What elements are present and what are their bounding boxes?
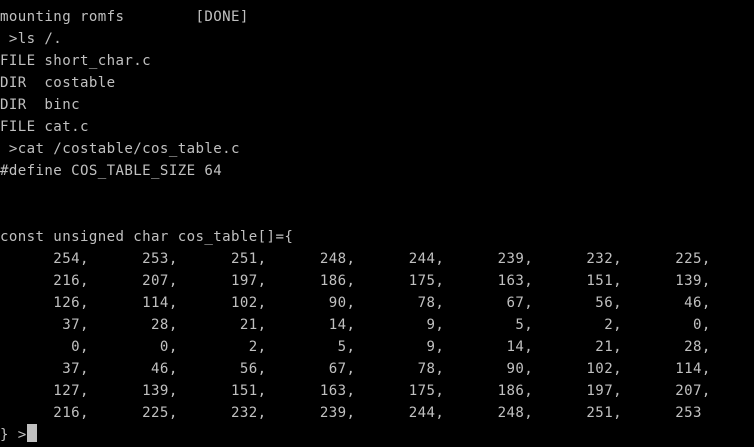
terminal-line: mounting romfs [DONE] [0, 9, 249, 25]
terminal-line: 216, 225, 232, 239, 244, 248, 251, 253 [0, 405, 702, 421]
terminal-line: 37, 28, 21, 14, 9, 5, 2, 0, [0, 317, 711, 333]
terminal-line: 126, 114, 102, 90, 78, 67, 56, 46, [0, 295, 711, 311]
terminal-line: 127, 139, 151, 163, 175, 186, 197, 207, [0, 383, 711, 399]
text-cursor [26, 424, 37, 442]
terminal-line: 0, 0, 2, 5, 9, 14, 21, 28, [0, 339, 711, 355]
terminal-line: 254, 253, 251, 248, 244, 239, 232, 225, [0, 251, 711, 267]
terminal-line: DIR costable [0, 75, 116, 91]
terminal-line: DIR binc [0, 97, 80, 113]
terminal-line: FILE cat.c [0, 119, 89, 135]
command-prompt-line[interactable]: } > [0, 424, 754, 446]
command-prompt: } > [0, 427, 27, 443]
terminal-line: #define COS_TABLE_SIZE 64 [0, 163, 223, 179]
terminal-line: >ls /. [0, 31, 63, 47]
terminal-line: FILE short_char.c [0, 53, 152, 69]
terminal-line: >cat /costable/cos_table.c [0, 141, 240, 157]
terminal-line: 216, 207, 197, 186, 175, 163, 151, 139, [0, 273, 711, 289]
terminal-line: const unsigned char cos_table[]={ [0, 229, 294, 245]
terminal-line: 37, 46, 56, 67, 78, 90, 102, 114, [0, 361, 711, 377]
terminal-output[interactable]: mounting romfs [DONE] >ls /. FILE short_… [0, 6, 754, 447]
